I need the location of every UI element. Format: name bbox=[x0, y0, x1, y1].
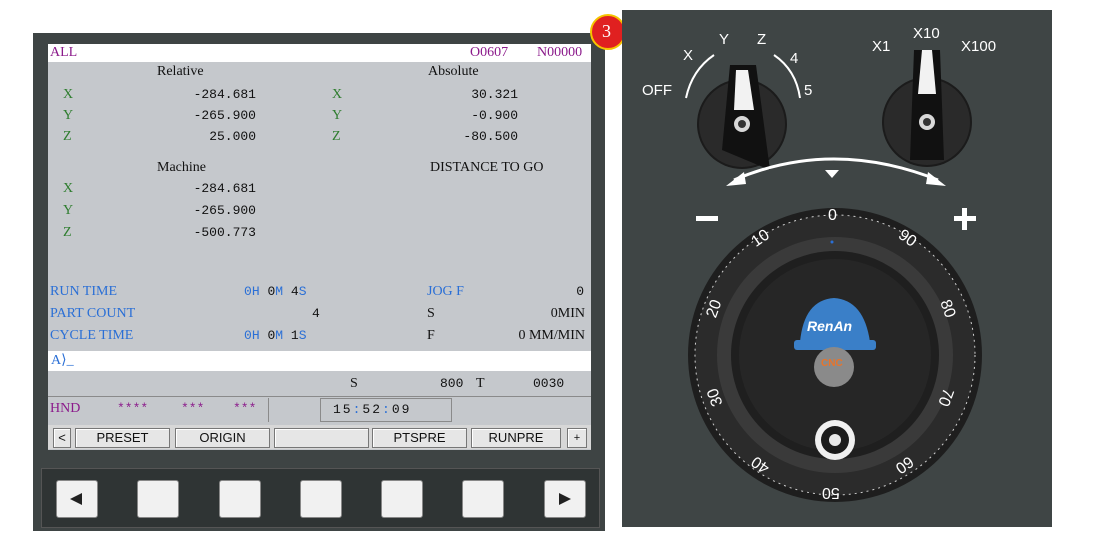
spindle-s-value: 0MIN bbox=[550, 306, 585, 321]
axis-label-z: Z bbox=[757, 31, 767, 48]
status-s-label: S bbox=[350, 376, 358, 391]
program-number: O0607 bbox=[470, 45, 509, 60]
sequence-number: N00000 bbox=[537, 45, 583, 60]
right-arrow-icon bbox=[559, 493, 571, 505]
clock: 15:52:09 bbox=[333, 402, 412, 417]
hw-key-4-button[interactable] bbox=[381, 480, 423, 518]
brand-logo-text: RenAn bbox=[807, 318, 853, 334]
absolute-value-y: -0.900 bbox=[471, 108, 518, 123]
handwheel-graphics bbox=[685, 50, 982, 502]
input-prompt: A⟩_ bbox=[51, 353, 74, 368]
status-stars-3: *** bbox=[233, 401, 257, 416]
softkey-blank-button[interactable] bbox=[274, 428, 369, 448]
relative-value-x: -284.681 bbox=[193, 87, 256, 102]
axis-label-5: 5 bbox=[804, 82, 813, 99]
status-s-value: 800 bbox=[440, 376, 464, 391]
status-stars-2: *** bbox=[181, 401, 205, 416]
hw-key-1-button[interactable] bbox=[137, 480, 179, 518]
softkey-ptspre-button[interactable]: PTSPRE bbox=[372, 428, 467, 448]
status-separator-1 bbox=[268, 398, 269, 422]
operation-mode: HND bbox=[50, 401, 81, 416]
jog-f-value: 0 bbox=[576, 284, 584, 299]
machine-value-z: -500.773 bbox=[193, 225, 256, 240]
feed-f-label: F bbox=[427, 328, 435, 343]
softkey-runpre-button[interactable]: RUNPRE bbox=[471, 428, 561, 448]
softkey-next-button[interactable]: + bbox=[567, 428, 587, 448]
step-label-x10: X10 bbox=[913, 25, 940, 42]
machine-value-y: -265.900 bbox=[193, 203, 256, 218]
minus-label: − bbox=[695, 195, 696, 196]
step-label-x100: X100 bbox=[961, 38, 997, 55]
absolute-axis-y: Y bbox=[332, 108, 343, 123]
softkey-prev-button[interactable]: < bbox=[53, 428, 71, 448]
softkey-origin-button[interactable]: ORIGIN bbox=[175, 428, 270, 448]
hw-right-arrow-button[interactable] bbox=[544, 480, 586, 518]
minus-bar bbox=[696, 216, 718, 221]
dial-number-50: 50 bbox=[822, 484, 840, 501]
axis-label-4: 4 bbox=[790, 50, 799, 67]
part-count-label: PART COUNT bbox=[50, 306, 136, 321]
status-stars-1: **** bbox=[117, 401, 149, 416]
hw-key-5-button[interactable] bbox=[462, 480, 504, 518]
axis-label-y: Y bbox=[719, 31, 730, 48]
run-time-label: RUN TIME bbox=[50, 284, 118, 299]
handwheel-dial[interactable] bbox=[688, 208, 982, 502]
relative-title: Relative bbox=[157, 64, 204, 79]
step-badge-number: 3 bbox=[602, 21, 611, 41]
step-selector-knob[interactable] bbox=[882, 50, 972, 167]
hw-key-2-button[interactable] bbox=[219, 480, 261, 518]
machine-value-x: -284.681 bbox=[193, 181, 256, 196]
relative-axis-y: Y bbox=[63, 108, 74, 123]
absolute-title: Absolute bbox=[428, 64, 479, 79]
absolute-axis-z: Z bbox=[332, 129, 341, 144]
machine-title: Machine bbox=[157, 160, 206, 175]
left-arrow-icon bbox=[70, 493, 82, 505]
axis-selector-knob[interactable] bbox=[685, 54, 801, 170]
relative-axis-x: X bbox=[63, 87, 74, 102]
plus-bar-v bbox=[962, 208, 967, 230]
step-label-x1: X1 bbox=[872, 38, 891, 55]
absolute-axis-x: X bbox=[332, 87, 343, 102]
softkey-preset-button[interactable]: PRESET bbox=[75, 428, 170, 448]
part-count-value: 4 bbox=[312, 306, 320, 321]
status-divider bbox=[48, 396, 591, 397]
run-time-value: 0H 0M 4S bbox=[244, 284, 307, 299]
machine-axis-x: X bbox=[63, 181, 74, 196]
mode-label: ALL bbox=[50, 45, 78, 60]
machine-axis-y: Y bbox=[63, 203, 74, 218]
relative-axis-z: Z bbox=[63, 129, 72, 144]
hw-left-arrow-button[interactable] bbox=[56, 480, 98, 518]
command-input[interactable] bbox=[48, 351, 591, 371]
jog-f-label: JOG F bbox=[427, 284, 464, 299]
screen-header bbox=[48, 44, 591, 62]
feed-f-value: 0 MM/MIN bbox=[518, 328, 585, 343]
hw-key-3-button[interactable] bbox=[300, 480, 342, 518]
plus-label: + bbox=[960, 195, 961, 196]
axis-label-off: OFF bbox=[642, 82, 672, 99]
cycle-time-label: CYCLE TIME bbox=[50, 328, 134, 343]
status-t-label: T bbox=[476, 376, 485, 391]
cycle-time-value: 0H 0M 1S bbox=[244, 328, 307, 343]
spindle-s-label: S bbox=[427, 306, 435, 321]
absolute-value-x: 30.321 bbox=[471, 87, 518, 102]
brand-logo-subtext: CNC bbox=[821, 358, 843, 369]
relative-value-z: 25.000 bbox=[209, 129, 256, 144]
distance-to-go-title: DISTANCE TO GO bbox=[430, 160, 544, 175]
status-t-value: 0030 bbox=[533, 376, 565, 391]
dial-number-0: 0 bbox=[828, 207, 837, 224]
absolute-value-z: -80.500 bbox=[463, 129, 518, 144]
machine-axis-z: Z bbox=[63, 225, 72, 240]
relative-value-y: -265.900 bbox=[193, 108, 256, 123]
cnc-screen bbox=[48, 44, 591, 450]
axis-label-x: X bbox=[683, 47, 694, 64]
